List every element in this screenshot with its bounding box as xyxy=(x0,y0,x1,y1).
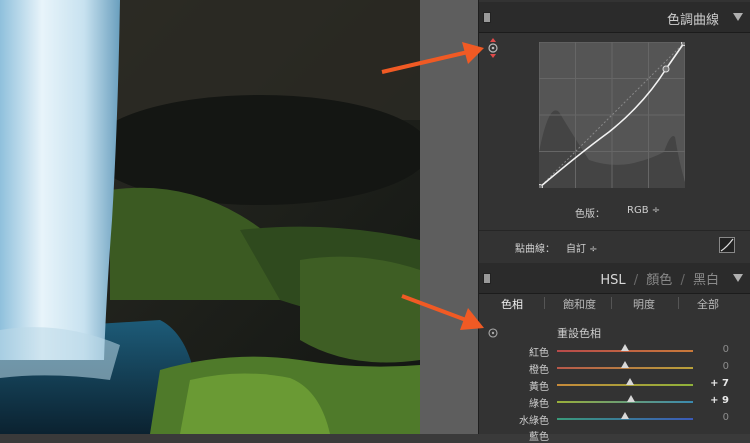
tone-curve-title: 色調曲線 xyxy=(666,13,719,28)
annotation-arrow-icon xyxy=(401,294,484,330)
annotation-arrow-icon xyxy=(381,42,484,74)
hsl-title-color[interactable]: 顏色 xyxy=(646,273,672,288)
tab-luminance[interactable]: 明度 xyxy=(633,296,655,312)
photo-preview xyxy=(0,0,420,434)
curve-edit-icon[interactable] xyxy=(719,237,735,253)
develop-panel: 色調曲線 色版： RGB ÷ 點曲線： 自訂 ÷ HSL / 顏色 / 黑白 色… xyxy=(478,0,750,443)
slider-thumb-aqua[interactable] xyxy=(621,412,629,419)
panel-toggle-icon[interactable] xyxy=(483,273,491,284)
slider-thumb-orange[interactable] xyxy=(621,361,629,368)
slider-value-yellow[interactable]: + 7 xyxy=(701,378,729,389)
slider-value-orange[interactable]: 0 xyxy=(701,361,729,372)
tab-all[interactable]: 全部 xyxy=(697,296,719,312)
tone-curve-graph[interactable] xyxy=(539,42,685,188)
channel-select[interactable]: RGB ÷ xyxy=(627,205,660,216)
point-curve-select[interactable]: 自訂 ÷ xyxy=(566,240,598,255)
slider-value-red[interactable]: 0 xyxy=(701,344,729,355)
hsl-title-bw[interactable]: 黑白 xyxy=(693,273,719,288)
slider-value-aqua[interactable]: 0 xyxy=(701,412,729,423)
slider-value-green[interactable]: + 9 xyxy=(701,395,729,406)
hsl-header[interactable]: HSL / 顏色 / 黑白 xyxy=(479,263,750,294)
tab-saturation[interactable]: 飽和度 xyxy=(563,296,596,312)
collapse-triangle-icon[interactable] xyxy=(733,13,743,21)
hsl-title-hsl[interactable]: HSL xyxy=(600,273,625,288)
slider-thumb-yellow[interactable] xyxy=(625,378,634,385)
slider-track-green[interactable] xyxy=(557,401,693,403)
tab-sep xyxy=(544,297,545,309)
slider-label-blue-partial: 藍色 xyxy=(529,432,549,443)
panel-toggle-icon[interactable] xyxy=(483,12,491,23)
targeted-adjustment-icon[interactable] xyxy=(487,327,499,339)
slider-thumb-green[interactable] xyxy=(627,395,636,402)
point-curve-label: 點曲線： xyxy=(515,244,555,255)
slider-thumb-red[interactable] xyxy=(621,344,629,351)
channel-label: 色版： xyxy=(575,209,605,220)
slider-label-green: 綠色 xyxy=(529,399,549,410)
slider-label-orange: 橙色 xyxy=(529,365,549,376)
divider xyxy=(479,230,750,231)
hsl-title: HSL / 顏色 / 黑白 xyxy=(600,269,719,288)
slider-label-yellow: 黃色 xyxy=(529,382,549,393)
title-sep: / xyxy=(633,273,639,288)
collapse-triangle-icon[interactable] xyxy=(733,274,743,282)
slider-label-red: 紅色 xyxy=(529,348,549,359)
section-title: 重設色相 xyxy=(557,327,601,340)
tab-sep xyxy=(678,297,679,309)
tone-curve-header[interactable]: 色調曲線 xyxy=(479,2,750,33)
tab-sep xyxy=(611,297,612,309)
slider-label-aqua: 水綠色 xyxy=(519,416,549,427)
title-sep: / xyxy=(680,273,685,288)
tab-hue[interactable]: 色相 xyxy=(501,296,523,312)
